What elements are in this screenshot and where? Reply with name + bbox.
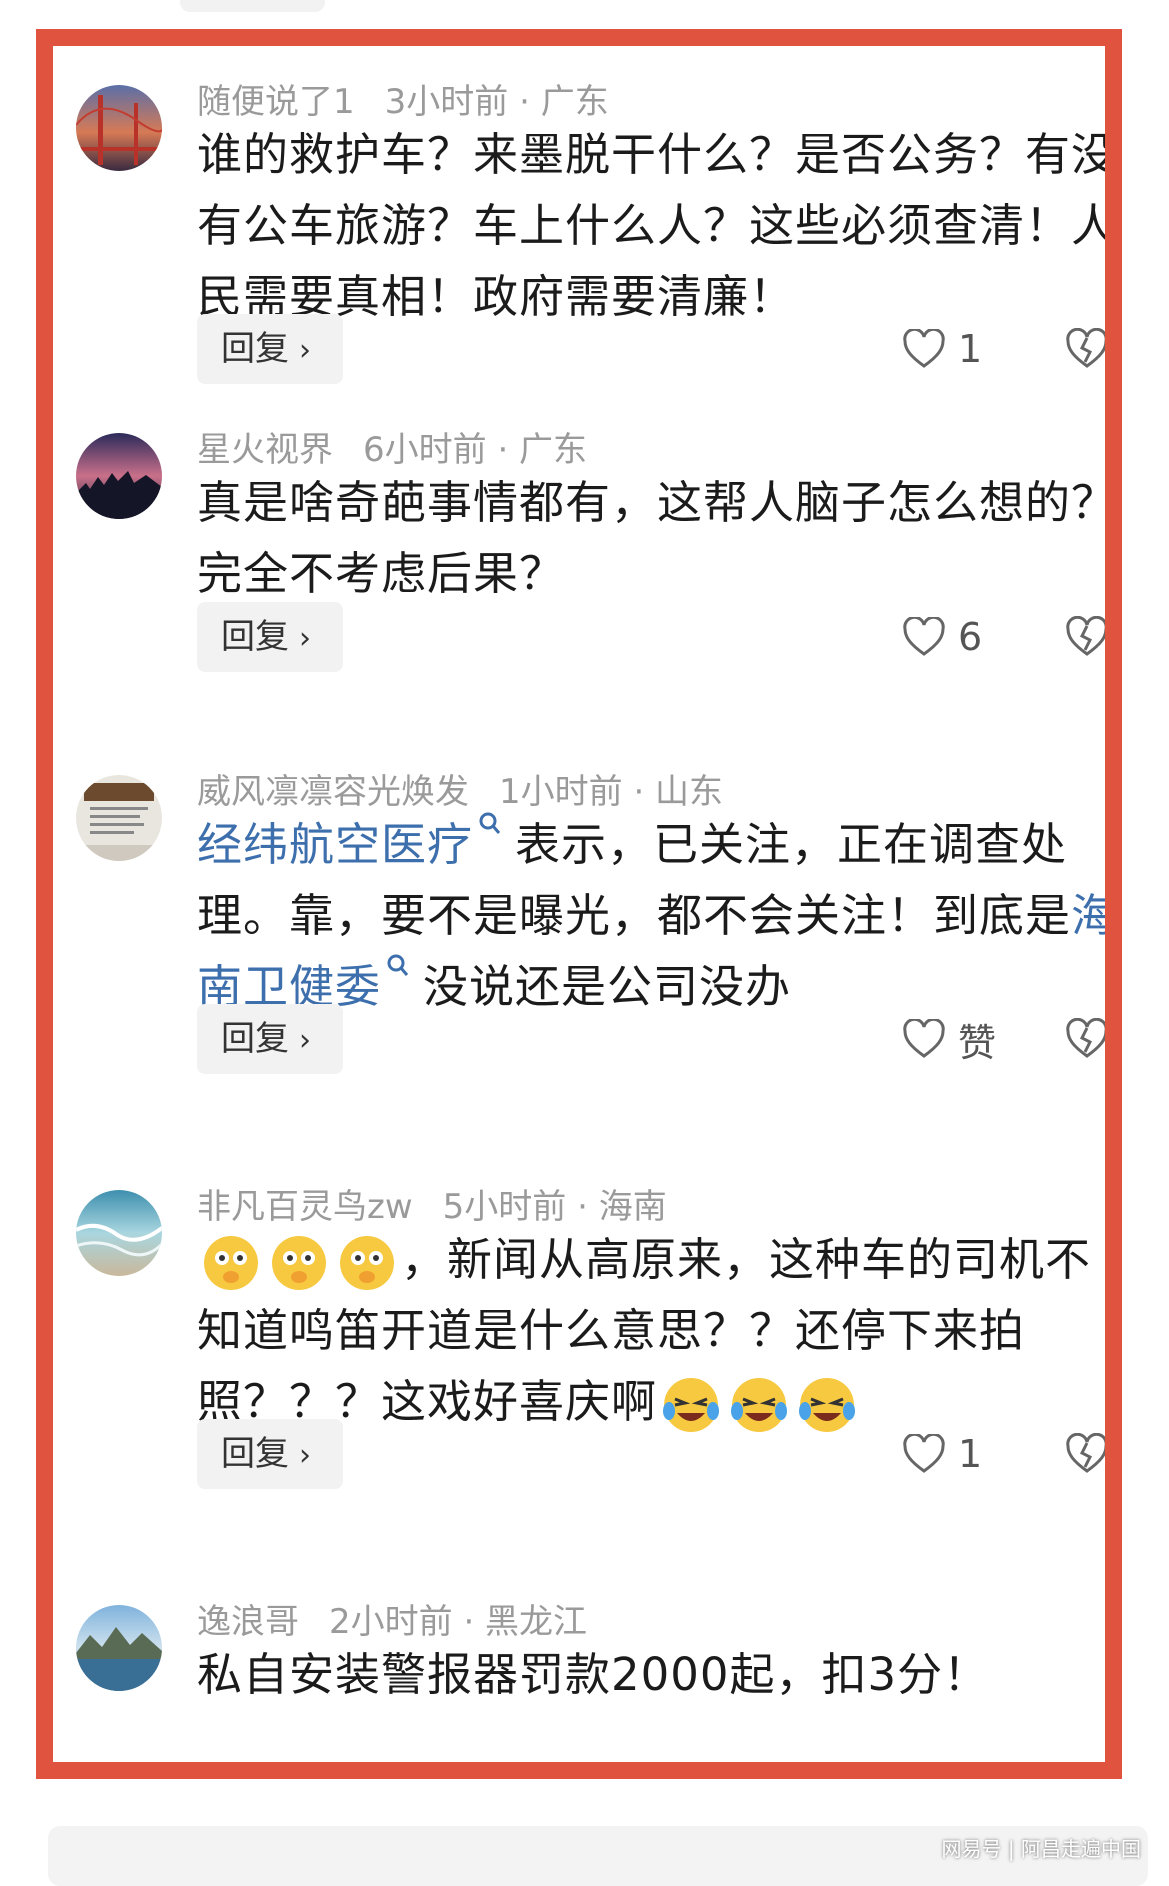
reply-label: 回复 [221,1434,289,1474]
like-button[interactable]: 赞 [902,1004,996,1074]
laughing-crying-emoji-icon [731,1378,788,1432]
avatar[interactable] [76,85,162,171]
like-count: 1 [958,1432,983,1476]
heart-icon [903,329,945,368]
like-button[interactable]: 1 [902,314,982,384]
timestamp-location: 6小时前 · 广东 [363,430,588,470]
heart-icon [903,1434,945,1473]
timestamp-location: 2小时前 · 黑龙江 [329,1602,588,1642]
reply-label: 回复 [221,1019,289,1059]
search-icon[interactable] [385,951,411,991]
comment-text: 谁的救护车？来墨脱干什么？是否公务？有没有公车旅游？车上什么人？这些必须查清！人… [197,128,1118,323]
broken-heart-icon[interactable] [1065,1018,1109,1060]
reply-button[interactable]: 回复 › [197,602,343,672]
comment-text-part: 没说还是公司没办 [423,960,792,1013]
laughing-crying-emoji-icon [799,1378,856,1432]
username[interactable]: 逸浪哥 [197,1602,299,1642]
chevron-right-icon: › [299,1438,311,1473]
comment-text: 真是啥奇葩事情都有，这帮人脑子怎么想的？完全不考虑后果？ [197,476,1118,600]
comment-text: 经纬航空医疗 表示，已关注，正在调查处理。靠，要不是曝光，都不会关注！到底是海南卫… [197,809,1105,1022]
previous-comment-reply-edge [180,0,325,12]
shocked-face-emoji-icon [272,1236,326,1290]
username[interactable]: 威风凛凛容光焕发 [197,772,469,812]
watermark: 网易号 | 阿昌走遍中国 [941,1837,1141,1861]
timestamp-location: 3小时前 · 广东 [384,82,609,122]
laughing-crying-emoji-icon [663,1378,720,1432]
topic-link[interactable]: 经纬航空医疗 [197,818,473,871]
heart-icon [903,1019,945,1058]
reply-button[interactable]: 回复 › [197,1419,343,1489]
reply-button[interactable]: 回复 › [197,314,343,384]
avatar[interactable] [76,775,162,861]
heart-icon [903,617,945,656]
highlight-frame: 随便说了1 3小时前 · 广东 谁的救护车？来墨脱干什么？是否公务？有没有公车旅游… [36,29,1122,1779]
like-button[interactable]: 6 [902,602,982,672]
like-count: 1 [958,327,983,371]
avatar[interactable] [76,433,162,519]
comment-text: 私自安装警报器罚款2000起，扣3分！ [197,1648,990,1701]
search-icon[interactable] [477,809,503,849]
shocked-face-emoji-icon [204,1236,258,1290]
chevron-right-icon: › [299,333,311,368]
timestamp-location: 5小时前 · 海南 [442,1187,667,1227]
chevron-right-icon: › [299,1023,311,1058]
avatar[interactable] [76,1190,162,1276]
comment-text-part: ，新闻从高原来，这种车的司机不知道鸣笛开道是什么意思？？还停下来拍照？？？这戏好… [197,1233,1092,1428]
reply-label: 回复 [221,329,289,369]
username[interactable]: 星火视界 [197,430,333,470]
avatar[interactable] [76,1605,162,1691]
shocked-face-emoji-icon [340,1236,394,1290]
like-count: 赞 [958,1020,997,1065]
like-button[interactable]: 1 [902,1419,982,1489]
comment-text: ，新闻从高原来，这种车的司机不知道鸣笛开道是什么意思？？还停下来拍照？？？这戏好… [197,1224,1105,1437]
reply-label: 回复 [221,617,289,657]
like-count: 6 [958,615,983,659]
username[interactable]: 随便说了1 [197,82,355,122]
chevron-right-icon: › [299,621,311,656]
broken-heart-icon[interactable] [1065,616,1109,658]
timestamp-location: 1小时前 · 山东 [499,772,724,812]
broken-heart-icon[interactable] [1065,328,1109,370]
reply-button[interactable]: 回复 › [197,1004,343,1074]
username[interactable]: 非凡百灵鸟zw [197,1187,413,1227]
broken-heart-icon[interactable] [1065,1433,1109,1475]
